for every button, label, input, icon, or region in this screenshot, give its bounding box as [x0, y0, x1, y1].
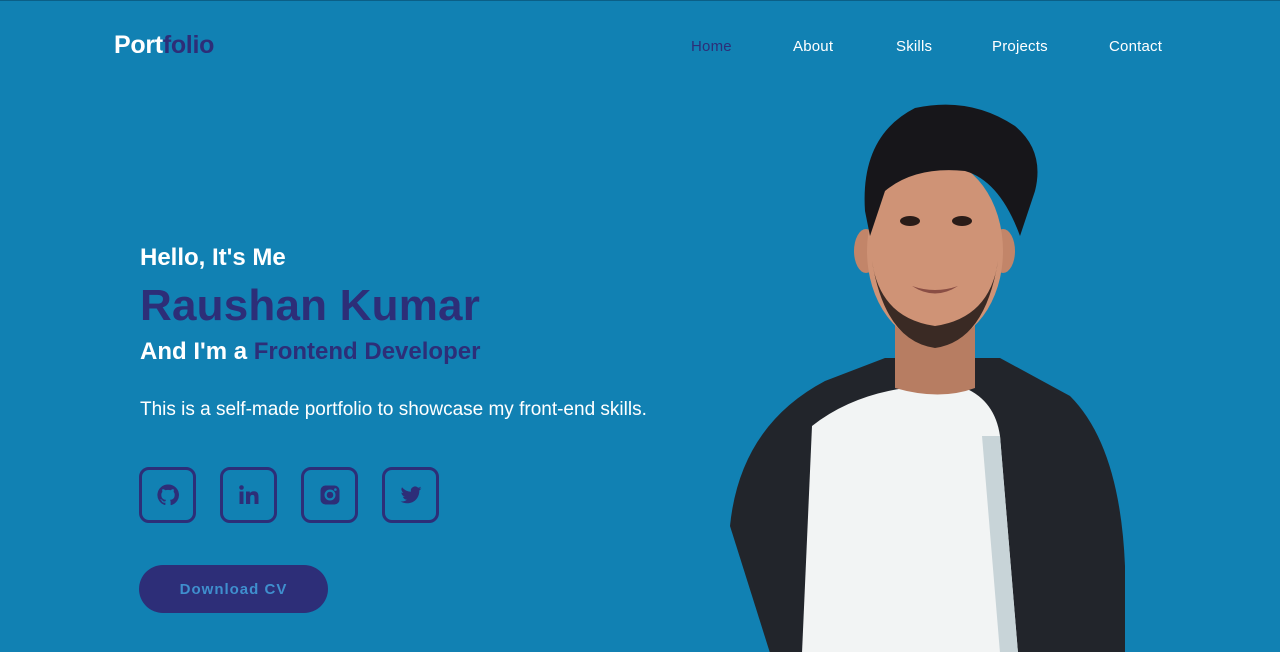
linkedin-link[interactable]: [220, 467, 277, 523]
github-link[interactable]: [139, 467, 196, 523]
social-links: [139, 467, 439, 523]
twitter-link[interactable]: [382, 467, 439, 523]
instagram-icon: [320, 485, 339, 505]
github-icon: [156, 484, 179, 506]
download-cv-button[interactable]: Download CV: [139, 565, 328, 613]
instagram-link[interactable]: [301, 467, 358, 523]
hero-greeting: Hello, It's Me: [140, 244, 286, 271]
hero-name: Raushan Kumar: [140, 281, 481, 330]
hero-role-prefix: And I'm a: [140, 338, 254, 365]
linkedin-icon: [238, 485, 258, 504]
nav-contact[interactable]: Contact: [1109, 38, 1162, 55]
hero-role: Frontend Developer: [253, 338, 481, 365]
hero-role-line: And I'm a Frontend Developer: [140, 338, 480, 366]
nav-home[interactable]: Home: [691, 38, 732, 55]
nav-about[interactable]: About: [793, 38, 833, 55]
portfolio-page: Portfolio Home About Skills Projects Con…: [0, 0, 1280, 652]
main-nav: Home About Skills Projects Contact: [0, 38, 1280, 60]
twitter-icon: [400, 486, 421, 504]
nav-skills[interactable]: Skills: [896, 38, 932, 55]
nav-projects[interactable]: Projects: [992, 38, 1048, 55]
hero-description: This is a self-made portfolio to showcas…: [140, 399, 647, 420]
profile-photo: [730, 104, 1125, 652]
